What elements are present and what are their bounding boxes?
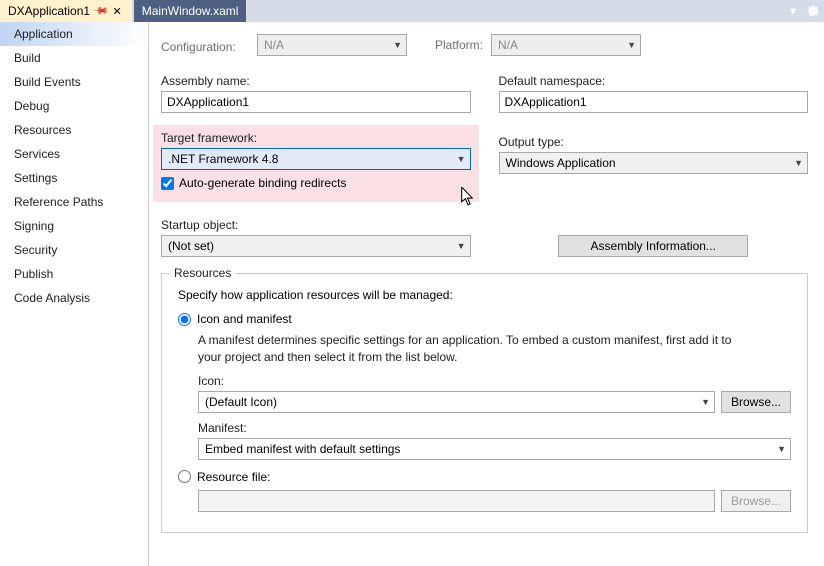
sidebar-item-application[interactable]: Application bbox=[0, 22, 148, 46]
sidebar-item-debug[interactable]: Debug bbox=[0, 94, 148, 118]
assembly-information-button[interactable]: Assembly Information... bbox=[558, 235, 748, 257]
tab-label: MainWindow.xaml bbox=[142, 4, 239, 18]
target-framework-label: Target framework: bbox=[161, 131, 471, 145]
resources-description: Specify how application resources will b… bbox=[178, 288, 791, 302]
sidebar-item-signing[interactable]: Signing bbox=[0, 214, 148, 238]
icon-combo[interactable]: (Default Icon)▼ bbox=[198, 391, 715, 413]
sidebar-item-reference-paths[interactable]: Reference Paths bbox=[0, 190, 148, 214]
sidebar-item-services[interactable]: Services bbox=[0, 142, 148, 166]
icon-browse-button[interactable]: Browse... bbox=[721, 391, 791, 413]
resource-file-browse-button: Browse... bbox=[721, 490, 791, 512]
resources-group-title: Resources bbox=[170, 266, 235, 280]
document-tab-strip: DXApplication1 📌 ✕ MainWindow.xaml ▾ bbox=[0, 0, 824, 22]
pin-icon[interactable]: 📌 bbox=[92, 3, 109, 20]
sidebar-item-security[interactable]: Security bbox=[0, 238, 148, 262]
resources-group: Resources Specify how application resour… bbox=[161, 273, 808, 533]
tab-label: DXApplication1 bbox=[8, 4, 90, 18]
resource-file-input bbox=[198, 490, 715, 512]
sidebar-item-settings[interactable]: Settings bbox=[0, 166, 148, 190]
sidebar-item-publish[interactable]: Publish bbox=[0, 262, 148, 286]
auto-binding-redirects-label: Auto-generate binding redirects bbox=[179, 176, 346, 190]
chevron-down-icon: ▼ bbox=[794, 158, 803, 168]
tab-settings-gear-icon[interactable] bbox=[804, 0, 822, 22]
project-properties-sidebar: Application Build Build Events Debug Res… bbox=[0, 22, 149, 566]
resource-file-radio[interactable] bbox=[178, 470, 191, 483]
tab-overflow-dropdown[interactable]: ▾ bbox=[784, 0, 802, 22]
icon-manifest-label: Icon and manifest bbox=[197, 312, 292, 326]
startup-object-label: Startup object: bbox=[161, 218, 471, 232]
default-namespace-input[interactable] bbox=[499, 91, 809, 113]
configuration-label: Configuration: bbox=[161, 36, 249, 54]
tab-dxapplication1[interactable]: DXApplication1 📌 ✕ bbox=[0, 0, 132, 22]
startup-object-combo[interactable]: (Not set)▼ bbox=[161, 235, 471, 257]
output-type-label: Output type: bbox=[499, 135, 809, 149]
target-framework-highlight: Target framework: .NET Framework 4.8▼ Au… bbox=[153, 125, 479, 202]
auto-binding-redirects-checkbox[interactable] bbox=[161, 177, 174, 190]
chevron-down-icon: ▼ bbox=[457, 154, 466, 164]
close-icon[interactable]: ✕ bbox=[111, 5, 124, 18]
platform-label: Platform: bbox=[435, 38, 483, 52]
tab-mainwindow[interactable]: MainWindow.xaml bbox=[134, 0, 247, 22]
output-type-combo[interactable]: Windows Application▼ bbox=[499, 152, 809, 174]
chevron-down-icon: ▼ bbox=[701, 397, 710, 407]
sidebar-item-code-analysis[interactable]: Code Analysis bbox=[0, 286, 148, 310]
icon-manifest-radio[interactable] bbox=[178, 313, 191, 326]
platform-combo: N/A▼ bbox=[491, 34, 641, 56]
default-namespace-label: Default namespace: bbox=[499, 74, 809, 88]
configuration-combo: N/A▼ bbox=[257, 34, 407, 56]
chevron-down-icon: ▼ bbox=[777, 444, 786, 454]
application-page: Configuration: N/A▼ Platform: N/A▼ Assem… bbox=[149, 22, 824, 566]
assembly-name-input[interactable] bbox=[161, 91, 471, 113]
assembly-name-label: Assembly name: bbox=[161, 74, 471, 88]
sidebar-item-build-events[interactable]: Build Events bbox=[0, 70, 148, 94]
chevron-down-icon: ▼ bbox=[457, 241, 466, 251]
sidebar-item-resources[interactable]: Resources bbox=[0, 118, 148, 142]
manifest-description: A manifest determines specific settings … bbox=[198, 332, 758, 366]
resource-file-label: Resource file: bbox=[197, 470, 270, 484]
icon-label: Icon: bbox=[198, 374, 791, 388]
sidebar-item-build[interactable]: Build bbox=[0, 46, 148, 70]
manifest-label: Manifest: bbox=[198, 421, 791, 435]
target-framework-combo[interactable]: .NET Framework 4.8▼ bbox=[161, 148, 471, 170]
manifest-combo[interactable]: Embed manifest with default settings▼ bbox=[198, 438, 791, 460]
